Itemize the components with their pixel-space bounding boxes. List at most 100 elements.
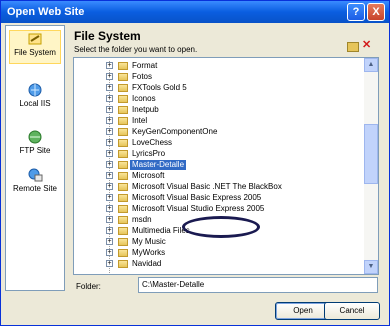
- highlight-ellipse: [182, 216, 260, 238]
- folder-label: Folder:: [76, 282, 101, 291]
- tree-row[interactable]: + My Music: [74, 237, 364, 247]
- section-heading: File System: [74, 29, 141, 43]
- expand-icon[interactable]: +: [106, 183, 113, 190]
- new-folder-icon[interactable]: [347, 42, 359, 52]
- folder-icon: [118, 238, 128, 246]
- window-title: Open Web Site: [7, 6, 85, 18]
- local-iis-icon: [27, 82, 43, 98]
- tree-row-label: LoveChess: [132, 138, 173, 147]
- title-bar: Open Web Site ? X: [1, 1, 389, 23]
- tree-row[interactable]: + Intel: [74, 116, 364, 126]
- folder-icon: [118, 106, 128, 114]
- tree-row-label: Navidad: [132, 259, 162, 268]
- tree-row-label: My Music: [132, 237, 166, 246]
- instruction-text: Select the folder you want to open.: [74, 45, 198, 54]
- nav-ftp-site[interactable]: FTP Site: [9, 129, 61, 157]
- tree-scrollbar[interactable]: ▲ ▼: [364, 58, 378, 274]
- expand-icon[interactable]: +: [106, 128, 113, 135]
- folder-icon: [118, 205, 128, 213]
- folder-icon: [118, 117, 128, 125]
- folder-icon: [118, 62, 128, 70]
- tree-row[interactable]: + Master-Detalle: [74, 160, 364, 170]
- tree-row[interactable]: + Microsoft Visual Studio Express 2005: [74, 204, 364, 214]
- folder-icon: [118, 249, 128, 257]
- help-button[interactable]: ?: [347, 3, 365, 21]
- expand-icon[interactable]: +: [106, 62, 113, 69]
- expand-icon[interactable]: +: [106, 95, 113, 102]
- folder-icon: [118, 161, 128, 169]
- tree-row-label: Inetpub: [132, 105, 159, 114]
- expand-icon[interactable]: +: [106, 249, 113, 256]
- scroll-up-button[interactable]: ▲: [364, 58, 378, 72]
- tree-row-label: Format: [132, 61, 158, 70]
- delete-icon[interactable]: ✕: [362, 39, 371, 51]
- folder-icon: [118, 194, 128, 202]
- expand-icon[interactable]: +: [106, 216, 113, 223]
- tree-row[interactable]: + LoveChess: [74, 138, 364, 148]
- file-system-icon: [27, 31, 43, 47]
- expand-icon[interactable]: +: [106, 205, 113, 212]
- tree-row-label: Master-Detalle: [130, 160, 187, 170]
- expand-icon[interactable]: +: [106, 194, 113, 201]
- folder-path-input[interactable]: C:\Master-Detalle: [138, 277, 378, 293]
- tree-row-label: msdn: [132, 215, 152, 224]
- folder-icon: [118, 73, 128, 81]
- nav-remote-site[interactable]: Remote Site: [9, 167, 61, 197]
- tree-row-label: Microsoft Visual Basic Express 2005: [132, 193, 262, 202]
- open-web-site-dialog: Open Web Site ? X File System Local IIS …: [0, 0, 390, 326]
- expand-icon[interactable]: +: [106, 150, 113, 157]
- tree-row-label: FXTools Gold 5: [132, 83, 187, 92]
- nav-local-iis[interactable]: Local IIS: [9, 82, 61, 110]
- tree-row-label: Microsoft Visual Basic .NET The BlackBox: [132, 182, 282, 191]
- nav-label: File System: [14, 48, 56, 57]
- folder-icon: [118, 139, 128, 147]
- nav-label: FTP Site: [19, 146, 51, 155]
- expand-icon[interactable]: +: [106, 106, 113, 113]
- tree-row[interactable]: + Iconos: [74, 94, 364, 104]
- tree-row-label: MyWorks: [132, 248, 166, 257]
- folder-tree[interactable]: + Format + Fotos + FXTools Gold 5 + Iconos + Inet…: [73, 57, 379, 275]
- tree-row[interactable]: + Fotos: [74, 72, 364, 82]
- scroll-down-button[interactable]: ▼: [364, 260, 378, 274]
- tree-row-label: Intel: [132, 116, 148, 125]
- ftp-site-icon: [27, 129, 43, 145]
- expand-icon[interactable]: +: [106, 238, 113, 245]
- tree-row[interactable]: + FXTools Gold 5: [74, 83, 364, 93]
- expand-icon[interactable]: +: [106, 73, 113, 80]
- tree-row-label: Microsoft Visual Studio Express 2005: [132, 204, 265, 213]
- folder-icon: [118, 95, 128, 103]
- tree-row-label: KeyGenComponentOne: [132, 127, 218, 136]
- scroll-thumb[interactable]: [364, 124, 378, 184]
- location-sidebar: File System Local IIS FTP Site Remote Si…: [5, 25, 65, 291]
- tree-row[interactable]: + MyWorks: [74, 248, 364, 258]
- nav-label: Remote Site: [12, 184, 58, 193]
- tree-row[interactable]: + Microsoft: [74, 171, 364, 181]
- open-button[interactable]: Open: [275, 302, 331, 320]
- folder-icon: [118, 216, 128, 224]
- cancel-button[interactable]: Cancel: [324, 302, 380, 320]
- folder-icon: [118, 183, 128, 191]
- tree-row[interactable]: + LyricsPro: [74, 149, 364, 159]
- tree-row[interactable]: + Microsoft Visual Basic Express 2005: [74, 193, 364, 203]
- close-button[interactable]: X: [367, 3, 385, 21]
- expand-icon[interactable]: +: [106, 172, 113, 179]
- folder-icon: [118, 128, 128, 136]
- tree-row[interactable]: + Format: [74, 61, 364, 71]
- folder-icon: [118, 227, 128, 235]
- tree-row[interactable]: + KeyGenComponentOne: [74, 127, 364, 137]
- expand-icon[interactable]: +: [106, 117, 113, 124]
- tree-row-label: LyricsPro: [132, 149, 166, 158]
- tree-row[interactable]: + Navidad: [74, 259, 364, 269]
- tree-row[interactable]: + Microsoft Visual Basic .NET The BlackBo…: [74, 182, 364, 192]
- expand-icon[interactable]: +: [106, 84, 113, 91]
- expand-icon[interactable]: +: [106, 161, 113, 168]
- nav-label: Local IIS: [19, 99, 51, 108]
- folder-icon: [118, 172, 128, 180]
- nav-file-system[interactable]: File System: [9, 30, 61, 64]
- tree-row-label: Fotos: [132, 72, 153, 81]
- tree-row-label: Microsoft: [132, 171, 165, 180]
- expand-icon[interactable]: +: [106, 139, 113, 146]
- expand-icon[interactable]: +: [106, 260, 113, 267]
- expand-icon[interactable]: +: [106, 227, 113, 234]
- tree-row[interactable]: + Inetpub: [74, 105, 364, 115]
